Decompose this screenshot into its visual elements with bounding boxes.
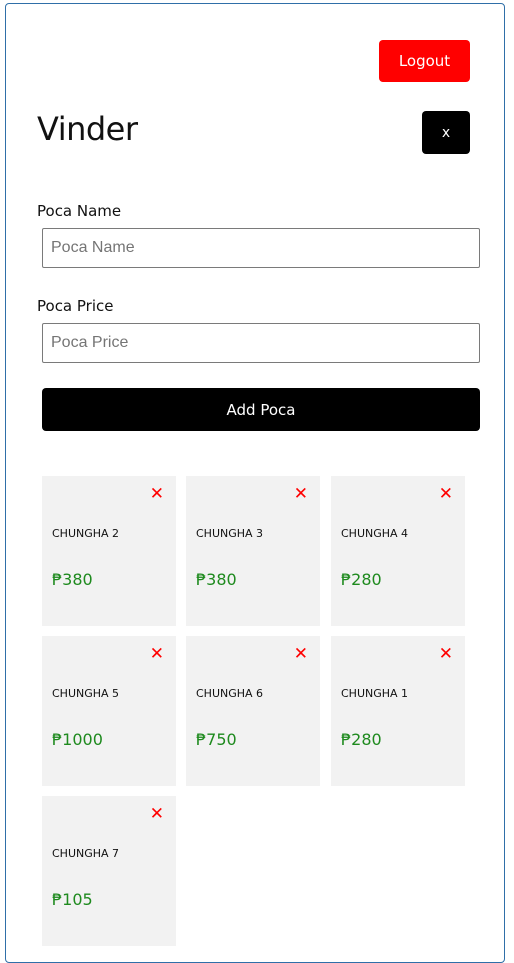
poca-card-price: ₱380 <box>196 570 237 589</box>
poca-card-name: CHUNGHA 4 <box>341 527 409 540</box>
poca-card-price: ₱380 <box>52 570 93 589</box>
delete-icon[interactable]: ✕ <box>439 644 453 664</box>
poca-card-name: CHUNGHA 2 <box>52 527 120 540</box>
poca-card: ✕ CHUNGHA 2 ₱380 <box>42 476 176 626</box>
poca-card-name: CHUNGHA 3 <box>196 527 264 540</box>
poca-card: ✕ CHUNGHA 3 ₱380 <box>186 476 320 626</box>
poca-card: ✕ CHUNGHA 1 ₱280 <box>331 636 465 786</box>
poca-card: ✕ CHUNGHA 7 ₱105 <box>42 796 176 946</box>
page-title: Vinder <box>37 110 138 148</box>
delete-icon[interactable]: ✕ <box>150 644 164 664</box>
delete-icon[interactable]: ✕ <box>150 804 164 824</box>
delete-icon[interactable]: ✕ <box>294 484 308 504</box>
delete-icon[interactable]: ✕ <box>294 644 308 664</box>
poca-card-name: CHUNGHA 5 <box>52 687 120 700</box>
poca-name-input[interactable] <box>42 228 480 268</box>
delete-icon[interactable]: ✕ <box>439 484 453 504</box>
poca-card: ✕ CHUNGHA 6 ₱750 <box>186 636 320 786</box>
poca-card-price: ₱1000 <box>52 730 103 749</box>
poca-card: ✕ CHUNGHA 4 ₱280 <box>331 476 465 626</box>
delete-icon[interactable]: ✕ <box>150 484 164 504</box>
poca-card-name: CHUNGHA 6 <box>196 687 264 700</box>
poca-name-label: Poca Name <box>37 202 122 220</box>
poca-card-name: CHUNGHA 1 <box>341 687 409 700</box>
poca-price-input[interactable] <box>42 323 480 363</box>
poca-card-price: ₱105 <box>52 890 93 909</box>
poca-card-price: ₱750 <box>196 730 237 749</box>
logout-button[interactable]: Logout <box>379 40 470 82</box>
poca-card-price: ₱280 <box>341 570 382 589</box>
close-button[interactable]: x <box>422 111 470 154</box>
poca-card: ✕ CHUNGHA 5 ₱1000 <box>42 636 176 786</box>
poca-card-name: CHUNGHA 7 <box>52 847 120 860</box>
poca-card-price: ₱280 <box>341 730 382 749</box>
add-poca-button[interactable]: Add Poca <box>42 388 480 431</box>
poca-price-label: Poca Price <box>37 297 114 315</box>
